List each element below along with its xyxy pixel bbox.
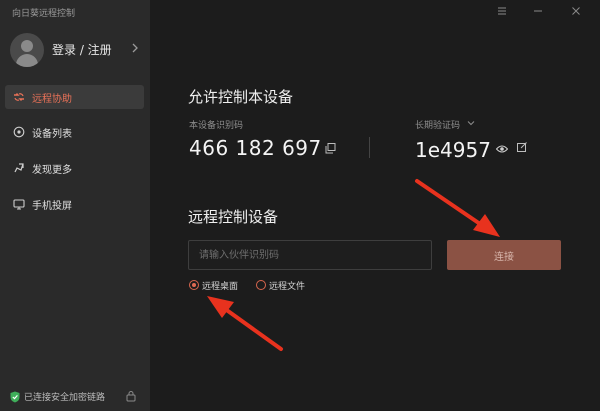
sidebar-item-label: 发现更多 [32, 165, 72, 176]
remote-control-title: 远程控制设备 [188, 208, 279, 226]
device-id-label: 本设备识别码 [189, 121, 244, 131]
verify-code-label[interactable]: 长期验证码 [415, 118, 460, 131]
radio-remote-desktop[interactable]: 远程桌面 [189, 278, 251, 292]
radio-remote-file[interactable]: 远程文件 [256, 278, 318, 292]
sidebar-item-device-list[interactable]: 设备列表 [5, 120, 144, 144]
status-text: 已连接安全加密链路 [24, 393, 106, 403]
shield-check-icon [10, 391, 20, 403]
sidebar-item-label: 远程协助 [32, 94, 72, 105]
divider [369, 137, 370, 158]
device-id-value: 466 182 697 [189, 136, 322, 160]
sidebar-item-remote-assist[interactable]: 远程协助 [5, 85, 144, 109]
sidebar-item-screen-cast[interactable]: 手机投屏 [5, 192, 144, 216]
app-title: 向日葵远程控制 [12, 9, 76, 19]
sidebar-item-label: 设备列表 [32, 129, 72, 140]
radio-label: 远程桌面 [202, 282, 239, 292]
avatar[interactable] [10, 33, 44, 67]
device-list-icon [13, 126, 25, 138]
chevron-right-icon[interactable] [130, 42, 140, 54]
radio-label: 远程文件 [269, 282, 306, 292]
discover-icon [14, 163, 24, 173]
main-panel: 允许控制本设备 本设备识别码 466 182 697 长期验证码 1e4957 … [150, 0, 600, 411]
allow-control-title: 允许控制本设备 [188, 88, 294, 106]
edit-icon[interactable] [517, 142, 527, 152]
partner-id-input[interactable] [188, 240, 432, 270]
sidebar-item-discover[interactable]: 发现更多 [5, 156, 144, 180]
chevron-down-icon[interactable] [467, 120, 475, 126]
connect-button[interactable]: 连接 [447, 240, 561, 270]
verify-code-value: 1e4957 [415, 138, 491, 162]
screen-cast-icon [13, 199, 25, 210]
sidebar-item-label: 手机投屏 [32, 201, 72, 212]
lock-icon[interactable] [126, 390, 136, 402]
copy-icon[interactable] [325, 143, 336, 154]
connection-status: 已连接安全加密链路 [0, 387, 150, 407]
eye-icon[interactable] [496, 144, 508, 154]
remote-assist-icon [14, 93, 24, 101]
login-register-link[interactable]: 登录 / 注册 [52, 41, 112, 58]
sidebar: 向日葵远程控制 登录 / 注册 远程协助 设备列表 发现更多 手机投屏 已连接安… [0, 0, 150, 411]
